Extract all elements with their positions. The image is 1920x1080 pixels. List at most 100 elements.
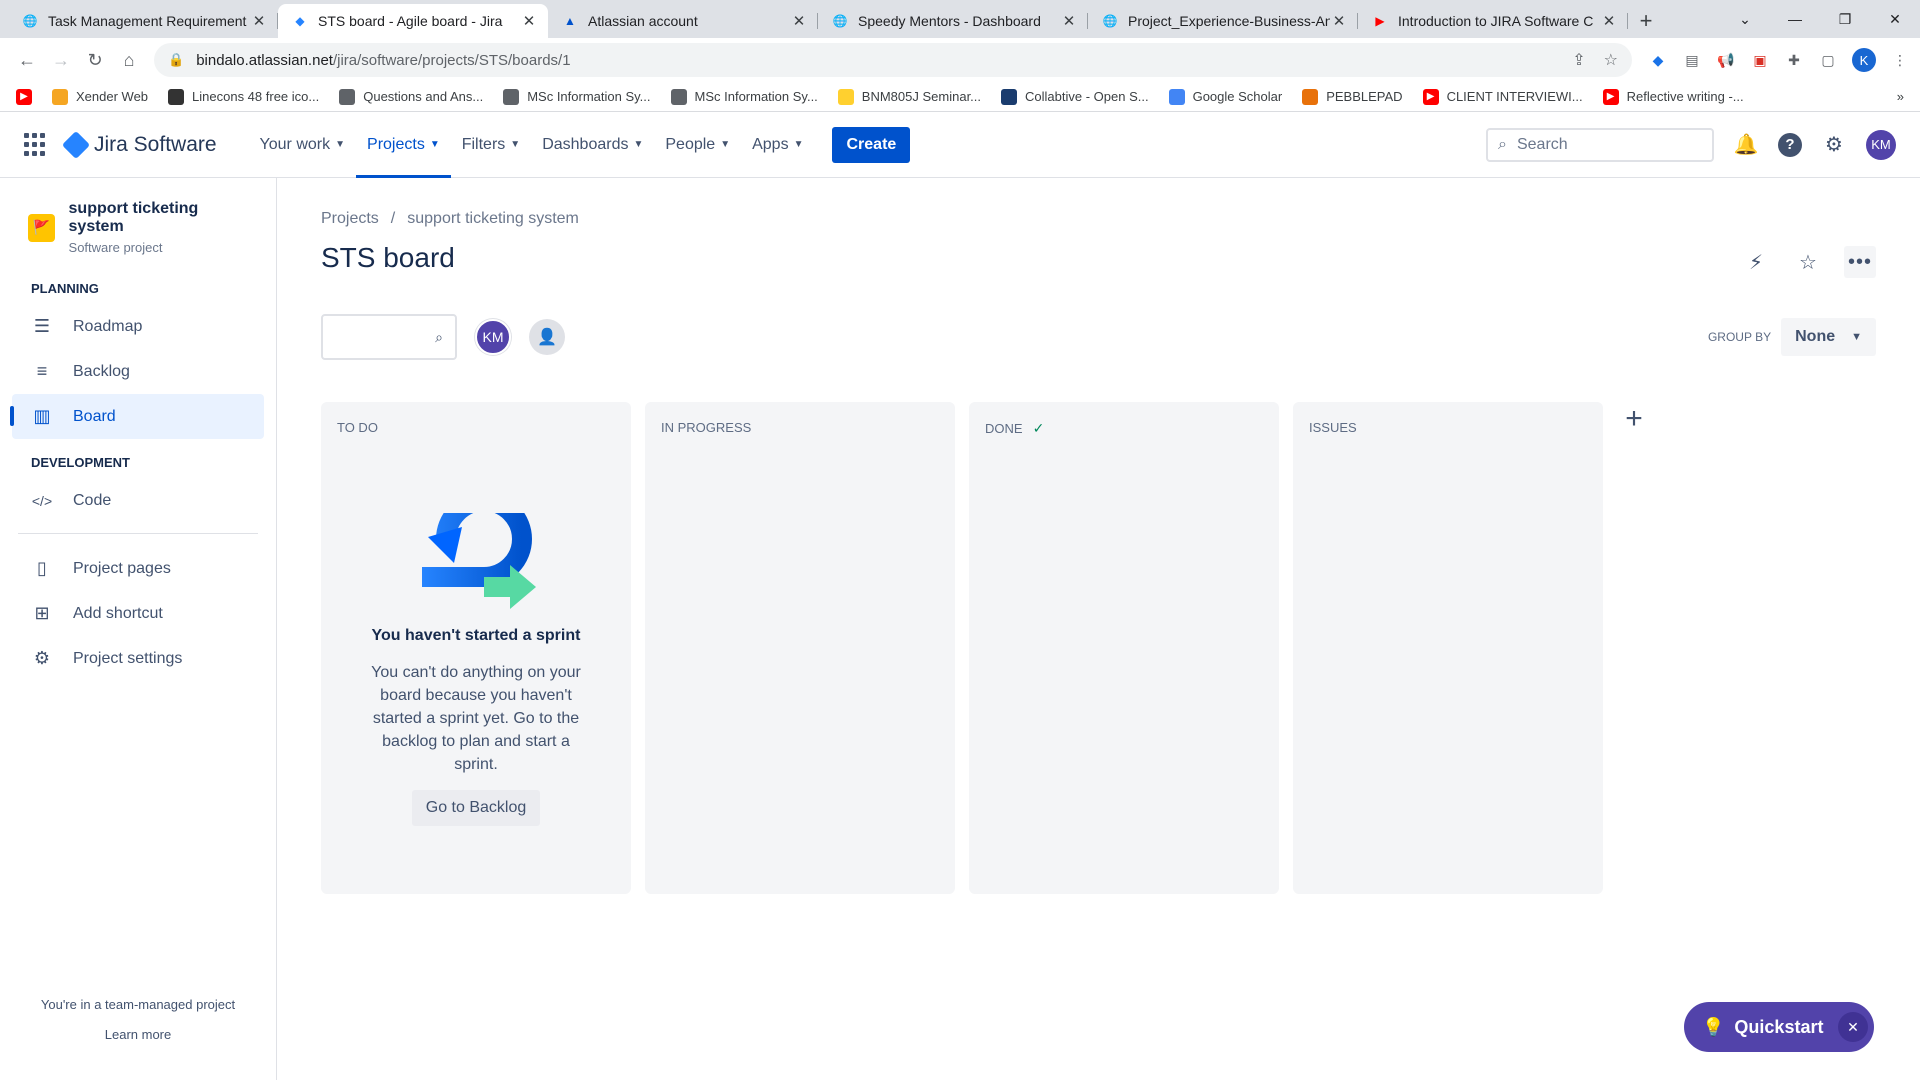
address-bar[interactable]: 🔒 bindalo.atlassian.net/jira/software/pr… (154, 43, 1632, 77)
bookmark-star-icon[interactable]: ☆ (1604, 50, 1618, 70)
column-header[interactable]: DONE ✓ (985, 420, 1263, 437)
search-placeholder: Search (1516, 135, 1568, 153)
new-tab-button[interactable]: + (1628, 4, 1664, 38)
home-button[interactable]: ⌂ (112, 43, 146, 77)
bookmark-item[interactable]: MSc Information Sy... (503, 88, 651, 105)
bookmark-item[interactable]: Xender Web (52, 88, 148, 105)
app-switcher-icon[interactable] (24, 132, 48, 157)
window-controls: ⌄ — ❐ ✕ (1720, 0, 1920, 38)
puzzle-icon[interactable]: ✚ (1784, 50, 1804, 70)
minimize-button[interactable]: — (1770, 0, 1820, 38)
project-type: Software project (68, 240, 163, 255)
nav-your-work[interactable]: Your work ▼ (249, 112, 356, 178)
browser-tab[interactable]: ▶ Introduction to JIRA Software C ✕ (1358, 4, 1628, 38)
sidebar-item-code[interactable]: </> Code (12, 478, 264, 523)
sidebar-item-add-shortcut[interactable]: ⊞ Add shortcut (12, 591, 264, 636)
tab-close-icon[interactable]: ✕ (1330, 12, 1348, 30)
project-header[interactable]: 🚩 support ticketing system Software proj… (12, 200, 264, 255)
automation-lightning-icon[interactable]: ⚡ (1740, 246, 1772, 278)
bookmark-item[interactable]: Google Scholar (1168, 88, 1283, 105)
nav-filters[interactable]: Filters ▼ (451, 112, 531, 178)
tab-close-icon[interactable]: ✕ (1060, 12, 1078, 30)
sidebar-item-backlog[interactable]: ≡ Backlog (12, 349, 264, 394)
tab-close-icon[interactable]: ✕ (520, 12, 538, 30)
breadcrumb-project[interactable]: support ticketing system (407, 210, 579, 228)
browser-tab[interactable]: 🌐 Speedy Mentors - Dashboard ✕ (818, 4, 1088, 38)
bookmark-item[interactable]: ▶ CLIENT INTERVIEWI... (1422, 88, 1583, 105)
bookmark-label: MSc Information Sy... (527, 89, 651, 104)
bookmark-item[interactable]: MSc Information Sy... (670, 88, 818, 105)
profile-avatar[interactable]: K (1852, 48, 1876, 72)
create-button[interactable]: Create (832, 126, 911, 163)
bookmark-item[interactable]: PEBBLEPAD (1302, 88, 1403, 105)
reader-icon[interactable]: ▤ (1682, 50, 1702, 70)
bookmark-item[interactable]: ▶ (16, 88, 32, 105)
tab-close-icon[interactable]: ✕ (250, 12, 268, 30)
tab-close-icon[interactable]: ✕ (790, 12, 808, 30)
tab-search-icon[interactable]: ⌄ (1720, 0, 1770, 38)
search-icon: ⌕ (435, 328, 443, 345)
kebab-menu-icon[interactable]: ⋮ (1890, 50, 1910, 70)
extension-icon[interactable]: ◆ (1648, 50, 1668, 70)
settings-gear-icon[interactable]: ⚙ (1822, 133, 1846, 157)
learn-more-link[interactable]: Learn more (0, 1020, 276, 1050)
user-avatar[interactable]: KM (1866, 129, 1896, 160)
tab-close-icon[interactable]: ✕ (1600, 12, 1618, 30)
star-icon[interactable]: ☆ (1792, 246, 1824, 278)
share-icon[interactable]: ⇪ (1572, 50, 1585, 70)
board-actions: ⚡ ☆ ••• (1740, 246, 1876, 278)
sidebar-item-roadmap[interactable]: ☰ Roadmap (12, 304, 264, 349)
add-column-button[interactable]: + (1617, 402, 1651, 436)
browser-tab[interactable]: ▲ Atlassian account ✕ (548, 4, 818, 38)
close-window-button[interactable]: ✕ (1870, 0, 1920, 38)
reload-button[interactable]: ↻ (78, 43, 112, 77)
extension-red-icon[interactable]: ▣ (1750, 50, 1770, 70)
notifications-icon[interactable]: 🔔 (1734, 133, 1759, 157)
scholar-icon (1168, 88, 1185, 105)
column-header[interactable]: TO DO (337, 420, 615, 435)
add-people-icon[interactable]: 👤 (529, 319, 565, 355)
sidebar-item-project-settings[interactable]: ⚙ Project settings (12, 636, 264, 681)
check-icon: ✓ (1032, 420, 1045, 436)
quickstart-close-icon[interactable]: ✕ (1838, 1012, 1868, 1042)
column-header[interactable]: ISSUES (1309, 420, 1587, 435)
quickstart-button[interactable]: 💡 Quickstart ✕ (1684, 1002, 1874, 1052)
backlog-icon: ≡ (36, 361, 48, 381)
sidebar-item-label: Backlog (73, 362, 130, 380)
help-icon[interactable]: ? (1778, 132, 1802, 157)
bookmarks-overflow-icon[interactable]: » (1897, 89, 1904, 104)
bookmark-item[interactable]: ▶ Reflective writing -... (1602, 88, 1744, 105)
nav-apps[interactable]: Apps ▼ (741, 112, 814, 178)
jira-logo[interactable]: Jira Software (61, 130, 217, 159)
sidepanel-icon[interactable]: ▢ (1818, 50, 1838, 70)
browser-tab[interactable]: 🌐 Project_Experience-Business-An ✕ (1088, 4, 1358, 38)
megaphone-icon[interactable]: 📢 (1716, 50, 1736, 70)
maximize-button[interactable]: ❐ (1820, 0, 1870, 38)
sidebar-item-board[interactable]: ▥ Board (10, 394, 264, 439)
quickstart-label: Quickstart (1734, 1016, 1824, 1037)
group-by-select[interactable]: None ▼ (1781, 318, 1876, 356)
breadcrumb-projects[interactable]: Projects (321, 210, 379, 228)
bookmark-item[interactable]: Collabtive - Open S... (1001, 88, 1149, 105)
bookmark-item[interactable]: Questions and Ans... (339, 88, 483, 105)
atlassian-icon: ▲ (564, 14, 576, 28)
member-avatar[interactable]: KM (475, 319, 511, 355)
back-button[interactable]: ← (10, 43, 44, 77)
forward-button[interactable]: → (44, 43, 78, 77)
nav-dashboards[interactable]: Dashboards ▼ (531, 112, 654, 178)
column-header[interactable]: IN PROGRESS (661, 420, 939, 435)
nav-projects[interactable]: Projects ▼ (356, 112, 451, 178)
more-actions-button[interactable]: ••• (1844, 246, 1876, 278)
bookmark-item[interactable]: Linecons 48 free ico... (168, 88, 319, 105)
bookmark-label: Google Scholar (1192, 89, 1283, 104)
go-to-backlog-button[interactable]: Go to Backlog (411, 790, 541, 826)
browser-tab[interactable]: ◆ STS board - Agile board - Jira ✕ (278, 4, 548, 38)
board-search-input[interactable]: ⌕ (321, 314, 457, 360)
tab-title: Atlassian account (588, 13, 698, 29)
sidebar-item-project-pages[interactable]: ▯ Project pages (12, 546, 264, 591)
bookmark-item[interactable]: BNM805J Seminar... (837, 88, 981, 105)
nav-people[interactable]: People ▼ (654, 112, 741, 178)
search-input[interactable]: ⌕ Search (1486, 127, 1714, 162)
globe-icon: 🌐 (22, 14, 38, 28)
browser-tab[interactable]: 🌐 Task Management Requirement ✕ (8, 4, 278, 38)
